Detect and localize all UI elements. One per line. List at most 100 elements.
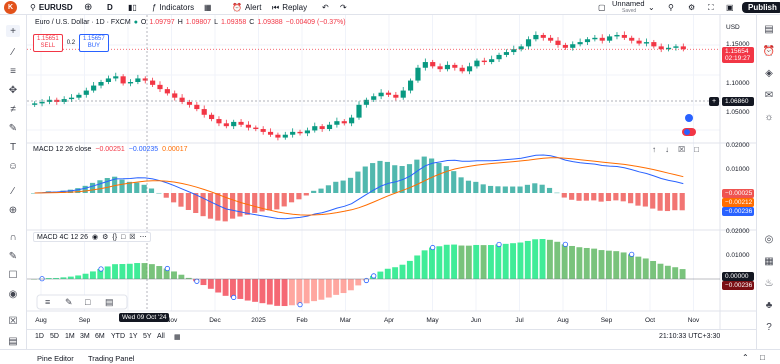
hotlist-button[interactable]: ♨ (762, 277, 776, 289)
indicators-icon: ƒ (152, 3, 157, 12)
lock-tool[interactable]: ☐ (6, 269, 20, 281)
more-icon[interactable]: ⋯ (140, 233, 147, 241)
magnet-tool[interactable]: ∩ (6, 231, 20, 243)
collapse-panel-button[interactable]: ⌃ (742, 353, 749, 362)
fullscreen-button[interactable]: ⛶ (708, 2, 714, 13)
candle-body (518, 46, 524, 50)
settings-button[interactable]: ⚙ (688, 2, 695, 13)
ideas-button[interactable]: ☼ (762, 111, 776, 123)
quick-search-button[interactable]: ⚲ (668, 2, 674, 13)
measure-tool[interactable]: ∕ (6, 185, 20, 197)
layout-icon: ▢ (598, 3, 606, 12)
target-button[interactable]: ◎ (762, 233, 776, 245)
brush-tool[interactable]: ✎ (6, 122, 20, 134)
shapes-icon: ▤ (105, 297, 114, 307)
layout-dropdown[interactable]: ⌄ (648, 2, 655, 13)
macd4c-title[interactable]: MACD 4C 12 26 (37, 234, 88, 241)
trash-icon[interactable]: ☒ (678, 145, 685, 154)
macd4c-axis-label-2: 0.01000 (726, 252, 750, 259)
macd-histogram-bar (546, 187, 553, 193)
publish-button[interactable]: Publish (742, 2, 780, 13)
crosshair-tool[interactable]: + (6, 25, 20, 37)
macd-histogram-bar (635, 193, 641, 206)
indicators-button[interactable]: ƒ Indicators (152, 2, 194, 13)
macd4c-bar (104, 266, 111, 279)
chart-canvas[interactable]: ≡ ✎ □ ▤ Aug Sep Oct Nov Dec 2025 Feb Mar Apr May J… (27, 15, 756, 329)
range-1y[interactable]: 1Y (129, 333, 138, 340)
maximize-panel-button[interactable]: □ (760, 353, 765, 362)
macd4c-bar (635, 256, 642, 279)
sell-button[interactable]: 1.15651 SELL (33, 34, 63, 52)
candle-body (378, 92, 384, 97)
range-all[interactable]: All (157, 333, 165, 340)
eye-icon[interactable]: ◉ (92, 233, 98, 241)
range-1m[interactable]: 1M (65, 333, 75, 340)
macd4c-bar (281, 279, 288, 307)
object-tree-button[interactable]: ◈ (762, 67, 776, 79)
arrow-down-icon[interactable]: ↓ (665, 145, 669, 154)
hide-tool[interactable]: ◉ (6, 288, 20, 300)
macd-histogram-bar (318, 188, 324, 193)
copy-icon[interactable]: □ (121, 234, 125, 241)
range-1d[interactable]: 1D (35, 333, 44, 340)
fib-tool[interactable]: ≡ (6, 65, 20, 77)
watchlist-button[interactable]: ▤ (762, 23, 776, 35)
stay-drawing-tool[interactable]: ✎ (6, 250, 20, 262)
user-avatar[interactable]: K (4, 1, 17, 14)
clock-label[interactable]: 21:10:33 UTC+3:30 (659, 333, 720, 340)
arrow-up-icon[interactable]: ↑ (652, 145, 656, 154)
macd4c-bar (495, 244, 502, 279)
add-alert-button[interactable]: + (709, 97, 719, 106)
symbol-search[interactable]: ⚲ EURUSD (30, 2, 73, 13)
tab-pine-editor[interactable]: Pine Editor (37, 354, 74, 363)
calendar-button[interactable]: ▦ (762, 255, 776, 267)
buy-button[interactable]: 1.15657 BUY (79, 34, 109, 52)
templates-button[interactable]: ▦ (204, 2, 212, 13)
symbol-title[interactable]: Euro / U.S. Dollar · 1D · FXCM (35, 19, 131, 26)
range-ytd[interactable]: YTD (111, 333, 125, 340)
replay-button[interactable]: ⏮ Replay (272, 2, 307, 13)
symbol-name: EURUSD (38, 3, 73, 12)
candle-body (209, 114, 215, 120)
trendline-tool[interactable]: ∕ (6, 46, 20, 58)
macd-title[interactable]: MACD 12 26 close (33, 146, 91, 153)
notifications-button[interactable]: ♣ (762, 299, 776, 311)
pattern-tool[interactable]: ✥ (6, 84, 20, 96)
snapshot-button[interactable]: ▣ (726, 2, 734, 13)
interval-button[interactable]: D (107, 2, 113, 13)
range-3m[interactable]: 3M (80, 333, 90, 340)
emoji-tool[interactable]: ☺ (6, 160, 20, 172)
macd4c-bar (650, 260, 657, 279)
trash-icon[interactable]: ☒ (129, 233, 135, 241)
compare-symbol-button[interactable]: ⊕ (84, 2, 92, 13)
prediction-tool[interactable]: ≠ (6, 103, 20, 115)
maximize-icon[interactable]: □ (694, 145, 699, 154)
help-button[interactable]: ? (762, 321, 776, 333)
range-5d[interactable]: 5D (50, 333, 59, 340)
candle-body (275, 134, 281, 138)
range-6m[interactable]: 6M (95, 333, 105, 340)
chart-type-button[interactable]: ▮▯ (128, 2, 137, 13)
object-tree-tool[interactable]: ▤ (6, 335, 20, 347)
alert-button[interactable]: ⏰ Alert (232, 2, 261, 13)
macd4c-legend[interactable]: MACD 4C 12 26 ◉ ⚙ {} □ ☒ ⋯ (33, 232, 151, 242)
layout-icon-button[interactable]: ▢ (598, 2, 606, 13)
alerts-panel-button[interactable]: ⏰ (762, 45, 776, 57)
chat-button[interactable]: ✉ (762, 89, 776, 101)
avatar[interactable]: K (4, 1, 17, 14)
currency-label[interactable]: USD (726, 24, 740, 31)
candle-body (658, 46, 664, 50)
layout-menu[interactable]: Unnamed Saved (612, 0, 645, 15)
redo-button[interactable]: ↷ (340, 2, 347, 13)
settings-icon[interactable]: ⚙ (102, 233, 108, 241)
macd4c-bar (613, 251, 620, 279)
text-tool[interactable]: T (6, 141, 20, 153)
go-to-date-button[interactable]: ▦ (174, 333, 181, 341)
undo-button[interactable]: ↶ (322, 2, 329, 13)
candle-body (164, 89, 170, 94)
zoom-tool[interactable]: ⊕ (6, 204, 20, 216)
tab-trading-panel[interactable]: Trading Panel (88, 354, 134, 363)
remove-tool[interactable]: ☒ (6, 315, 20, 327)
range-5y[interactable]: 5Y (143, 333, 152, 340)
source-code-icon[interactable]: {} (112, 234, 117, 241)
